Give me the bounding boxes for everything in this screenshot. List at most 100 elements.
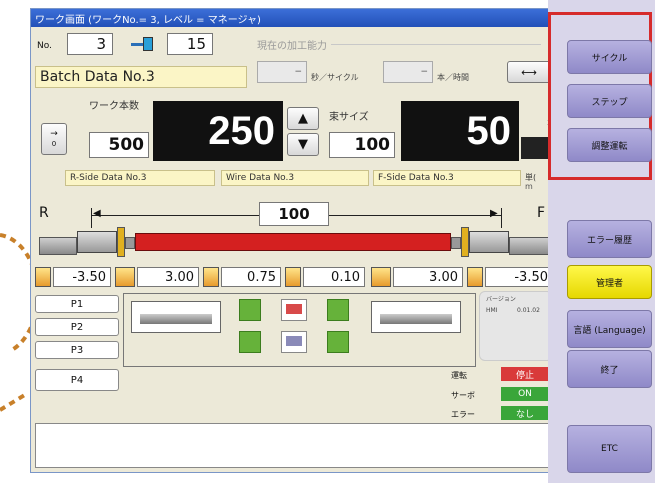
work-no-label: No. — [37, 41, 52, 51]
hmi-label: HMI — [486, 307, 498, 314]
program-p2-label: P2 — [70, 321, 84, 333]
bundle-current-display: 50 — [401, 101, 519, 161]
admin-label: 管理者 — [595, 278, 623, 289]
right-strip-icon — [451, 237, 461, 249]
right-upper-indicator — [327, 299, 349, 321]
program-p4-label: P4 — [70, 374, 84, 386]
wire-graphic — [135, 233, 451, 251]
offset-6-value: -3.50 — [514, 269, 548, 285]
work-no-value: 3 — [96, 35, 106, 53]
target-count-value: 500 — [108, 135, 145, 155]
etc-label: ETC — [601, 444, 618, 454]
left-strip-icon — [125, 237, 135, 249]
edge-unit-2: m — [525, 182, 533, 191]
capacity-divider — [331, 44, 541, 45]
length-dimension-left-tick — [91, 208, 92, 228]
program-p3-label: P3 — [70, 344, 84, 356]
length-dimension-right-tick — [501, 208, 502, 228]
left-process-tool-icon — [131, 301, 221, 333]
offset-2-field[interactable]: 3.00 — [137, 267, 199, 287]
right-lower-indicator — [327, 331, 349, 353]
current-count-display: 250 — [153, 101, 283, 161]
capacity-hour-unit: 本／時間 — [437, 73, 469, 82]
count-field[interactable]: 15 — [167, 33, 213, 55]
step-label: ステップ — [591, 97, 628, 108]
program-p1-label: P1 — [70, 298, 84, 310]
offset-1-icon — [35, 267, 51, 287]
offset-1-field[interactable]: -3.50 — [53, 267, 111, 287]
message-area — [35, 423, 553, 468]
offset-4-icon — [285, 267, 301, 287]
program-p3-button[interactable]: P3 — [35, 341, 119, 359]
hmi-version: 0.01.02 — [517, 307, 540, 314]
length-field[interactable]: 100 — [259, 202, 329, 226]
arrow-right-head-icon: ▶ — [490, 208, 498, 219]
cycle-label: サイクル — [591, 53, 628, 64]
program-p4-button[interactable]: P4 — [35, 369, 119, 391]
step-button[interactable]: ステップ — [567, 84, 652, 118]
run-status-label: 運転 — [451, 371, 467, 380]
program-p1-button[interactable]: P1 — [35, 295, 119, 313]
servo-status-label: サーボ — [451, 391, 475, 400]
wire-data-label: Wire Data No.3 — [221, 170, 369, 186]
error-history-label: エラー履歴 — [586, 235, 632, 246]
arrow-left-icon: ◀ — [93, 208, 101, 219]
offset-5-field[interactable]: 3.00 — [393, 267, 463, 287]
adjust-run-button[interactable]: 調整運転 — [567, 128, 652, 162]
crimp-station-icon — [281, 331, 307, 353]
exit-button[interactable]: 終了 — [567, 350, 652, 388]
double-arrow-icon: ⟷ — [521, 65, 537, 79]
reset-zero-label: 0 — [51, 140, 57, 148]
offset-4-field[interactable]: 0.10 — [303, 267, 365, 287]
window-title: ワーク画面 (ワークNo.= 3, レベル = マネージャ) — [31, 9, 559, 27]
offset-4-value: 0.10 — [331, 269, 360, 285]
capacity-hour-value: − — [383, 61, 433, 83]
cycle-button[interactable]: サイクル — [567, 40, 652, 74]
error-status-badge: なし — [501, 406, 549, 420]
offset-6-icon — [467, 267, 483, 287]
right-process-tool-icon — [371, 301, 461, 333]
version-label: バージョン — [486, 296, 516, 303]
target-count-field[interactable]: 500 — [89, 132, 149, 158]
bundle-current-value: 50 — [466, 108, 512, 153]
r-side-data-label: R-Side Data No.3 — [65, 170, 215, 186]
right-terminal-icon — [469, 231, 509, 253]
bundle-size-field[interactable]: 100 — [329, 132, 395, 158]
arrow-right-icon: → — [50, 129, 58, 139]
reset-count-button[interactable]: → 0 — [41, 123, 67, 155]
language-button[interactable]: 言語 (Language) — [567, 310, 652, 348]
seal-station-icon — [281, 299, 307, 321]
etc-button[interactable]: ETC — [567, 425, 652, 473]
work-no-field[interactable]: 3 — [67, 33, 113, 55]
offset-6-field[interactable]: -3.50 — [485, 267, 553, 287]
program-p2-button[interactable]: P2 — [35, 318, 119, 336]
offset-5-value: 3.00 — [429, 269, 458, 285]
triangle-down-icon: ▼ — [298, 137, 308, 152]
count-value: 15 — [186, 35, 206, 53]
run-status-badge: 停止 — [501, 367, 549, 381]
length-value: 100 — [278, 205, 310, 223]
left-tool-block — [39, 237, 77, 255]
capacity-label: 現在の加工能力 — [257, 41, 327, 52]
decrement-button[interactable]: ▼ — [287, 133, 319, 156]
work-count-label: ワーク本数 — [89, 101, 139, 112]
right-crimp-icon — [461, 227, 469, 257]
bundle-size-label: 束サイズ — [329, 112, 369, 123]
capacity-toggle-button[interactable]: ⟷ — [507, 61, 551, 83]
offset-3-value: 0.75 — [247, 269, 276, 285]
offset-1-value: -3.50 — [72, 269, 106, 285]
offset-3-field[interactable]: 0.75 — [221, 267, 281, 287]
adjust-run-label: 調整運転 — [591, 141, 628, 152]
capacity-sec-value: − — [257, 61, 307, 83]
error-history-button[interactable]: エラー履歴 — [567, 220, 652, 258]
increment-button[interactable]: ▲ — [287, 107, 319, 130]
right-tool-block — [509, 237, 549, 255]
offset-5-icon — [371, 267, 391, 287]
left-terminal-icon — [77, 231, 117, 253]
batch-name: Batch Data No.3 — [35, 66, 247, 88]
r-side-marker: R — [39, 205, 49, 221]
wire-count-icon — [131, 37, 159, 51]
left-lower-indicator — [239, 331, 261, 353]
f-side-data-label: F-Side Data No.3 — [373, 170, 521, 186]
admin-button[interactable]: 管理者 — [567, 265, 652, 299]
